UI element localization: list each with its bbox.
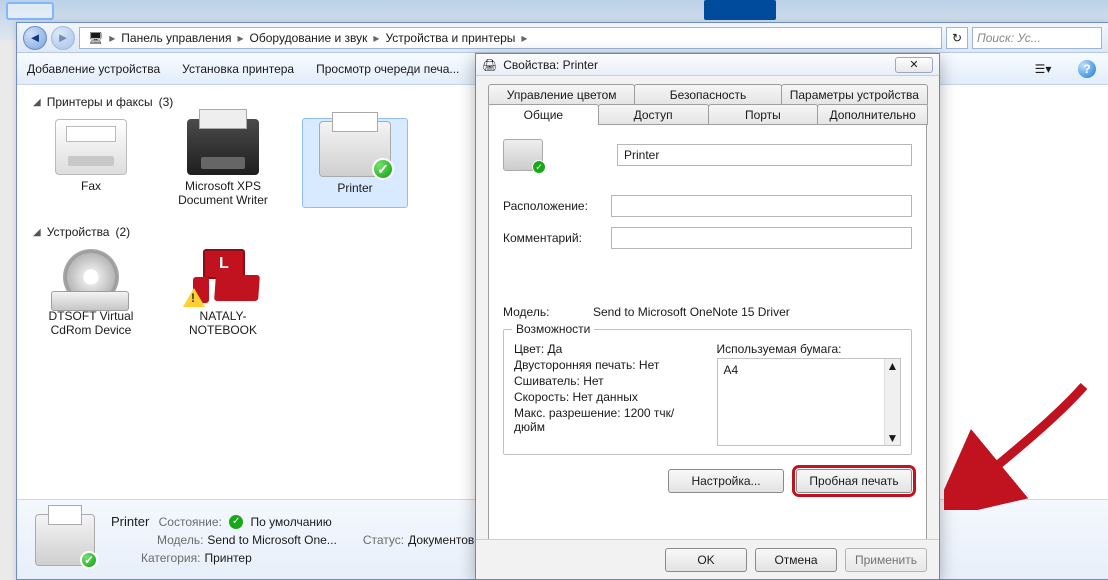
tab-ports[interactable]: Порты bbox=[708, 104, 819, 125]
tab-advanced[interactable]: Дополнительно bbox=[817, 104, 928, 125]
collapse-icon: ◢ bbox=[33, 97, 41, 108]
default-check-icon: ✓ bbox=[372, 158, 394, 180]
tab-general[interactable]: Общие bbox=[488, 104, 599, 125]
details-model-key: Модель: bbox=[157, 533, 203, 547]
help-button[interactable]: ? bbox=[1076, 58, 1098, 80]
dialog-body: Управление цветом Безопасность Параметры… bbox=[476, 76, 939, 546]
nav-forward-button[interactable]: ► bbox=[51, 26, 75, 50]
ok-button[interactable]: OK bbox=[665, 548, 747, 572]
dialog-title: Свойства: Printer bbox=[503, 58, 889, 72]
comment-input[interactable] bbox=[611, 227, 912, 249]
cmd-view-queue[interactable]: Просмотр очереди печа... bbox=[316, 62, 459, 76]
warning-icon bbox=[183, 288, 205, 307]
details-cat-value: Принтер bbox=[204, 551, 251, 565]
device-label: Fax bbox=[39, 179, 143, 193]
details-cat-key: Категория: bbox=[141, 551, 200, 565]
paper-label: Используемая бумага: bbox=[717, 342, 902, 356]
model-label: Модель: bbox=[503, 305, 583, 319]
printer-icon: ✓ bbox=[319, 121, 391, 177]
tab-sharing[interactable]: Доступ bbox=[598, 104, 709, 125]
category-count: (2) bbox=[115, 225, 130, 239]
dialog-titlebar[interactable]: 🖨 Свойства: Printer ✕ bbox=[476, 54, 939, 76]
breadcrumb[interactable]: 🖥▸ Панель управления▸ Оборудование и зву… bbox=[79, 27, 942, 49]
breadcrumb-root-icon[interactable]: 🖥 bbox=[84, 31, 107, 45]
tab-panel-general: ✓ Printer Расположение: Комментарий: Мод… bbox=[488, 124, 927, 546]
collapse-icon: ◢ bbox=[33, 227, 41, 238]
details-status-value: Документов... bbox=[408, 533, 484, 547]
feature-duplex: Двусторонняя печать: Нет bbox=[514, 358, 699, 372]
printer-name-input[interactable]: Printer bbox=[617, 144, 912, 166]
dialog-footer: OK Отмена Применить bbox=[476, 539, 939, 579]
device-xps[interactable]: Microsoft XPS Document Writer bbox=[171, 119, 275, 207]
details-model-value: Send to Microsoft One... bbox=[207, 533, 336, 547]
device-label: DTSOFT Virtual CdRom Device bbox=[39, 309, 143, 337]
apply-button[interactable]: Применить bbox=[845, 548, 927, 572]
paper-value: A4 bbox=[724, 363, 739, 377]
tabs-row-bottom: Общие Доступ Порты Дополнительно bbox=[488, 104, 927, 125]
feature-color: Цвет: Да bbox=[514, 342, 699, 356]
fax-icon bbox=[55, 119, 127, 175]
details-status-key: Статус: bbox=[363, 533, 404, 547]
view-options-button[interactable]: ☰▾ bbox=[1032, 58, 1054, 80]
breadcrumb-item[interactable]: Оборудование и звук bbox=[246, 31, 372, 45]
search-input[interactable]: Поиск: Ус... bbox=[972, 27, 1102, 49]
tab-color-management[interactable]: Управление цветом bbox=[488, 84, 635, 105]
tab-device-settings[interactable]: Параметры устройства bbox=[781, 84, 928, 105]
address-bar: ◄ ► 🖥▸ Панель управления▸ Оборудование и… bbox=[17, 23, 1108, 53]
device-label: Printer bbox=[303, 181, 407, 195]
category-label: Принтеры и факсы bbox=[47, 95, 153, 109]
cmd-add-printer[interactable]: Установка принтера bbox=[182, 62, 294, 76]
breadcrumb-item[interactable]: Панель управления bbox=[117, 31, 235, 45]
features-group: Возможности Цвет: Да Двусторонняя печать… bbox=[503, 329, 912, 455]
scrollbar[interactable]: ▲▼ bbox=[884, 359, 900, 445]
device-printer[interactable]: ✓ Printer bbox=[303, 119, 407, 207]
computer-icon bbox=[187, 249, 259, 305]
tabs-row-top: Управление цветом Безопасность Параметры… bbox=[488, 84, 927, 105]
check-icon: ✓ bbox=[532, 160, 546, 174]
location-input[interactable] bbox=[611, 195, 912, 217]
device-dtsoft[interactable]: DTSOFT Virtual CdRom Device bbox=[39, 249, 143, 337]
cancel-button[interactable]: Отмена bbox=[755, 548, 837, 572]
category-count: (3) bbox=[159, 95, 174, 109]
details-state-key: Состояние: bbox=[159, 515, 222, 529]
printer-properties-dialog: 🖨 Свойства: Printer ✕ Управление цветом … bbox=[475, 53, 940, 580]
comment-label: Комментарий: bbox=[503, 231, 601, 245]
details-printer-icon: ✓ bbox=[35, 514, 95, 566]
feature-maxres: Макс. разрешение: 1200 тчк/дюйм bbox=[514, 406, 699, 434]
cmd-add-device[interactable]: Добавление устройства bbox=[27, 62, 160, 76]
cdrom-icon bbox=[55, 249, 127, 305]
paper-listbox[interactable]: A4 ▲▼ bbox=[717, 358, 902, 446]
category-label: Устройства bbox=[47, 225, 110, 239]
features-legend: Возможности bbox=[512, 322, 594, 336]
printer-icon: ✓ bbox=[503, 139, 543, 171]
tab-security[interactable]: Безопасность bbox=[634, 84, 781, 105]
nav-back-button[interactable]: ◄ bbox=[23, 26, 47, 50]
taskbar-hint bbox=[6, 2, 54, 20]
device-fax[interactable]: Fax bbox=[39, 119, 143, 207]
breadcrumb-item[interactable]: Устройства и принтеры bbox=[381, 31, 519, 45]
device-label: NATALY-NOTEBOOK bbox=[171, 309, 275, 337]
location-label: Расположение: bbox=[503, 199, 601, 213]
printer-mini-icon: 🖨 bbox=[482, 58, 497, 72]
details-title: Printer bbox=[111, 514, 149, 529]
details-state-value: По умолчанию bbox=[251, 515, 332, 529]
feature-stapler: Сшиватель: Нет bbox=[514, 374, 699, 388]
close-button[interactable]: ✕ bbox=[895, 57, 933, 73]
test-print-button[interactable]: Пробная печать bbox=[796, 469, 912, 493]
default-check-icon: ✓ bbox=[80, 551, 98, 569]
model-value: Send to Microsoft OneNote 15 Driver bbox=[593, 305, 790, 319]
printer-icon bbox=[187, 119, 259, 175]
refresh-button[interactable]: ↻ bbox=[946, 27, 968, 49]
device-notebook[interactable]: NATALY-NOTEBOOK bbox=[171, 249, 275, 337]
check-icon: ✓ bbox=[229, 515, 243, 529]
taskbar-hint-2 bbox=[704, 0, 776, 20]
feature-speed: Скорость: Нет данных bbox=[514, 390, 699, 404]
settings-button[interactable]: Настройка... bbox=[668, 469, 784, 493]
device-label: Microsoft XPS Document Writer bbox=[171, 179, 275, 207]
